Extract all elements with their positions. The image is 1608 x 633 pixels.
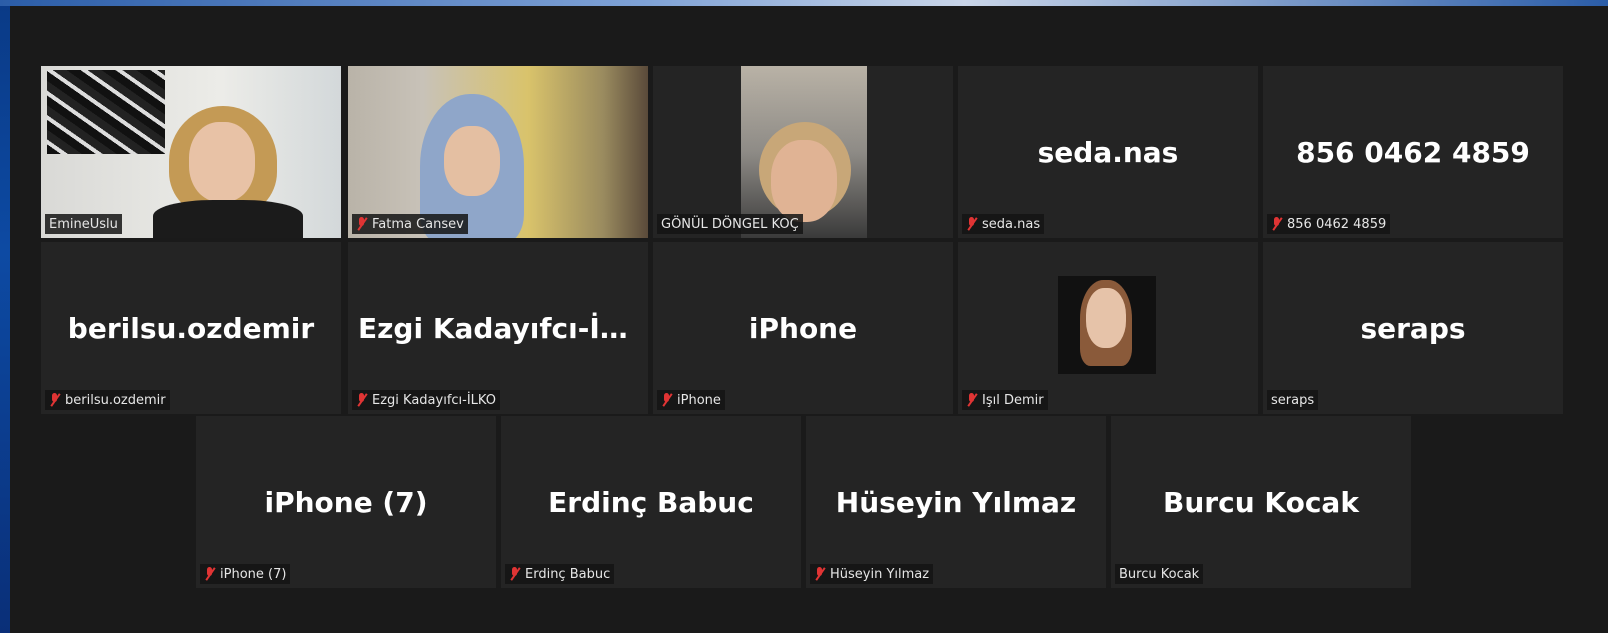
participant-tile-seraps[interactable]: seraps seraps <box>1263 242 1563 414</box>
participant-name-label: Burcu Kocak <box>1115 564 1204 584</box>
participant-display-name: Hüseyin Yılmaz <box>835 486 1077 519</box>
participant-display-name: Erdinç Babuc <box>548 486 754 519</box>
muted-mic-icon <box>661 393 673 407</box>
participant-tile-seda-nas[interactable]: seda.nas seda.nas <box>958 66 1258 238</box>
participant-tile-fatma-cansev[interactable]: Fatma Cansev <box>348 66 648 238</box>
participant-name-label: Erdinç Babuc <box>505 564 615 584</box>
participant-tile-ezgi-kadayifci[interactable]: Ezgi Kadayıfcı-İL... Ezgi Kadayıfcı-İLKO <box>348 242 648 414</box>
muted-mic-icon <box>356 393 368 407</box>
muted-mic-icon <box>509 567 521 581</box>
participant-name-label: berilsu.ozdemir <box>45 390 170 410</box>
participant-tile-gonul-dongel-koc[interactable]: GÖNÜL DÖNGEL KOÇ <box>653 66 953 238</box>
participant-name-label: GÖNÜL DÖNGEL KOÇ <box>657 214 803 234</box>
participant-name-label: Ezgi Kadayıfcı-İLKO <box>352 390 500 410</box>
participant-tile-emineuslu[interactable]: EmineUslu <box>41 66 341 238</box>
participant-tile-iphone[interactable]: iPhone iPhone <box>653 242 953 414</box>
muted-mic-icon <box>814 567 826 581</box>
participant-name-label: seda.nas <box>962 214 1045 234</box>
participant-tile-burcu-kocak[interactable]: Burcu Kocak Burcu Kocak <box>1111 416 1411 588</box>
participant-display-name: Ezgi Kadayıfcı-İL... <box>358 312 648 345</box>
participant-display-name: berilsu.ozdemir <box>67 312 315 345</box>
participant-display-name: Burcu Kocak <box>1163 486 1359 519</box>
participant-video <box>41 66 341 238</box>
participant-tile-erdinc-babuc[interactable]: Erdinç Babuc Erdinç Babuc <box>501 416 801 588</box>
participant-display-name: iPhone <box>748 312 858 345</box>
participant-display-name: iPhone (7) <box>264 486 428 519</box>
participant-name-label: Işıl Demir <box>962 390 1048 410</box>
muted-mic-icon <box>1271 217 1283 231</box>
participant-video <box>348 66 648 238</box>
participant-name-label: EmineUslu <box>45 214 122 234</box>
muted-mic-icon <box>356 217 368 231</box>
muted-mic-icon <box>49 393 61 407</box>
participant-display-name: seda.nas <box>1037 136 1179 169</box>
participant-tile-phone-number[interactable]: 856 0462 4859 856 0462 4859 <box>1263 66 1563 238</box>
participant-video <box>1058 276 1156 374</box>
participant-display-name: 856 0462 4859 <box>1296 136 1530 169</box>
participant-name-label: Fatma Cansev <box>352 214 468 234</box>
participant-name-label: iPhone <box>657 390 725 410</box>
muted-mic-icon <box>204 567 216 581</box>
participant-tile-huseyin-yilmaz[interactable]: Hüseyin Yılmaz Hüseyin Yılmaz <box>806 416 1106 588</box>
video-gallery: EmineUslu Fatma Cansev GÖNÜL DÖNGEL KOÇ … <box>10 6 1608 633</box>
participant-tile-berilsu-ozdemir[interactable]: berilsu.ozdemir berilsu.ozdemir <box>41 242 341 414</box>
participant-tile-isil-demir[interactable]: Işıl Demir <box>958 242 1258 414</box>
participant-tile-iphone-7[interactable]: iPhone (7) iPhone (7) <box>196 416 496 588</box>
participant-name-label: 856 0462 4859 <box>1267 214 1391 234</box>
participant-name-label: iPhone (7) <box>200 564 291 584</box>
muted-mic-icon <box>966 217 978 231</box>
participant-display-name: seraps <box>1360 312 1466 345</box>
participant-name-label: seraps <box>1267 390 1319 410</box>
participant-video <box>741 66 867 238</box>
muted-mic-icon <box>966 393 978 407</box>
participant-name-label: Hüseyin Yılmaz <box>810 564 934 584</box>
